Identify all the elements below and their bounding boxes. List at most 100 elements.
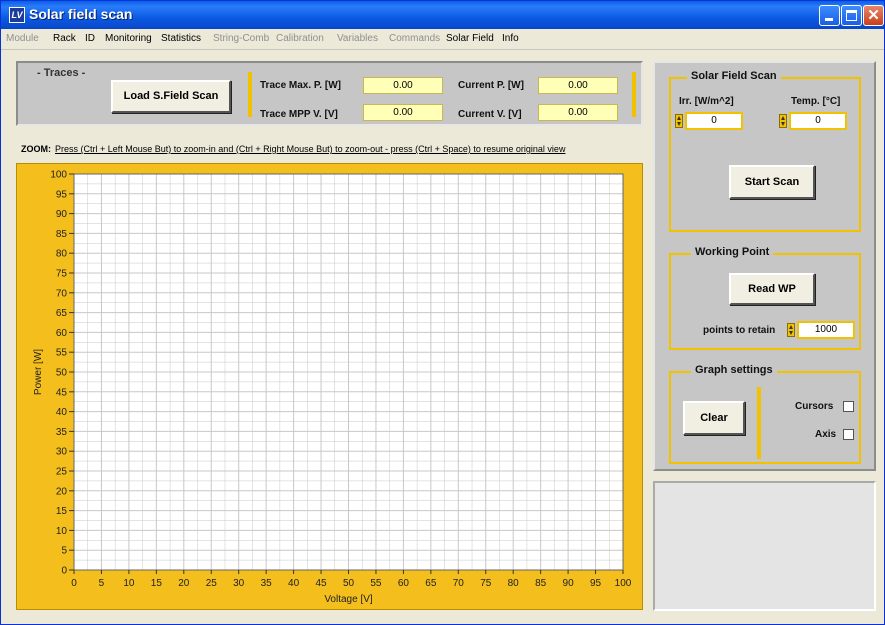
x-tick-label: 15 [151,578,163,589]
x-tick-label: 45 [315,578,327,589]
working-point-group: Working Point Read WP points to retain 1… [669,246,861,350]
traces-divider [248,72,252,117]
menu-bar: Module Rack ID Monitoring Statistics Str… [1,29,884,49]
traces-panel: - Traces - Load S.Field Scan Trace Max. … [16,61,643,126]
y-tick-label: 20 [56,486,68,497]
current-v-value: 0.00 [538,104,618,121]
temp-label: Temp. [°C] [791,96,841,107]
title-bar[interactable]: LV Solar field scan ✕ [1,1,884,29]
temp-input[interactable]: 0 [789,112,847,130]
temp-control[interactable]: 0 [779,112,849,130]
menu-module: Module [6,33,39,44]
x-tick-label: 65 [425,578,437,589]
y-tick-label: 55 [56,348,68,359]
x-tick-label: 95 [590,578,602,589]
retain-input[interactable]: 1000 [797,321,855,339]
menu-solar-field[interactable]: Solar Field [446,33,494,44]
maximize-button[interactable] [841,5,862,26]
x-tick-label: 50 [343,578,355,589]
y-tick-label: 5 [61,546,67,557]
window-title: Solar field scan [29,6,133,22]
close-button[interactable]: ✕ [863,5,884,26]
zoom-label: ZOOM: [21,144,51,154]
load-scan-button[interactable]: Load S.Field Scan [111,80,231,113]
x-tick-label: 75 [480,578,492,589]
menu-id[interactable]: ID [85,33,95,44]
power-voltage-graph[interactable]: 0 5 10 15 20 25 30 35 40 45 50 55 60 65 70 75 80 85 90 95 10… [16,163,643,610]
x-axis-label: Voltage [V] [324,594,373,605]
irr-control[interactable]: 0 [675,112,745,130]
y-tick-label: 60 [56,328,68,339]
retain-control[interactable]: 1000 [787,321,857,339]
minimize-icon [825,18,833,21]
menu-string-comb: String-Comb [213,33,270,44]
x-tick-label: 100 [615,578,632,589]
minimize-button[interactable] [819,5,840,26]
x-tick-label: 40 [288,578,300,589]
menu-rack[interactable]: Rack [53,33,76,44]
y-tick-label: 30 [56,447,68,458]
x-tick-label: 25 [206,578,218,589]
trace-mpp-v-value: 0.00 [363,104,443,121]
x-tick-label: 80 [508,578,520,589]
menu-monitoring[interactable]: Monitoring [105,33,152,44]
trace-mpp-v-label: Trace MPP V. [V] [260,109,338,120]
x-tick-label: 55 [370,578,382,589]
temp-spinner[interactable] [779,114,787,128]
working-point-title: Working Point [691,246,774,258]
x-tick-label: 90 [563,578,575,589]
cursors-checkbox[interactable] [843,401,854,412]
graph-settings-divider [757,387,761,459]
zoom-instructions: Press (Ctrl + Left Mouse But) to zoom-in… [55,144,566,154]
clear-button[interactable]: Clear [683,401,745,435]
y-tick-label: 25 [56,467,68,478]
solar-field-scan-group: Solar Field Scan Irr. [W/m^2] 0 Temp. [°… [669,70,861,232]
y-tick-label: 40 [56,407,68,418]
y-tick-label: 50 [56,368,68,379]
current-p-value: 0.00 [538,77,618,94]
x-tick-label: 35 [261,578,273,589]
irr-spinner[interactable] [675,114,683,128]
axis-label: Axis [815,429,837,440]
x-tick-label: 5 [99,578,105,589]
status-pane [653,481,876,611]
zoom-hint: ZOOM: Press (Ctrl + Left Mouse But) to zo… [21,144,565,154]
y-tick-label: 10 [56,526,68,537]
read-wp-button[interactable]: Read WP [729,273,815,305]
trace-max-p-value: 0.00 [363,77,443,94]
x-tick-label: 10 [123,578,135,589]
y-tick-label: 0 [61,566,67,577]
trace-max-p-label: Trace Max. P. [W] [260,80,341,91]
menu-statistics[interactable]: Statistics [161,33,201,44]
start-scan-button[interactable]: Start Scan [729,165,815,199]
menu-variables: Variables [337,33,378,44]
x-tick-label: 60 [398,578,410,589]
graph-settings-title: Graph settings [691,364,777,376]
irr-input[interactable]: 0 [685,112,743,130]
menu-separator [1,49,884,50]
menu-info[interactable]: Info [502,33,519,44]
y-tick-label: 95 [56,189,68,200]
maximize-icon [846,10,857,21]
y-tick-label: 35 [56,427,68,438]
irr-label: Irr. [W/m^2] [679,96,734,107]
x-tick-label: 85 [535,578,547,589]
close-icon: ✕ [867,7,880,24]
solar-field-scan-title: Solar Field Scan [687,70,781,82]
menu-calibration: Calibration [276,33,324,44]
traces-end-divider [632,72,636,117]
graph-canvas[interactable]: 0510152025303540455055606570758085909510… [17,164,644,611]
control-panel: Solar Field Scan Irr. [W/m^2] 0 Temp. [°… [653,61,876,471]
graph-settings-group: Graph settings Clear Cursors Axis [669,364,861,464]
x-tick-label: 0 [71,578,77,589]
app-window: LV Solar field scan ✕ Module Rack ID Mon… [0,0,885,625]
y-tick-label: 90 [56,209,68,220]
axis-checkbox[interactable] [843,429,854,440]
x-tick-label: 70 [453,578,465,589]
y-tick-label: 70 [56,288,68,299]
y-tick-label: 85 [56,229,68,240]
menu-commands: Commands [389,33,441,44]
y-tick-label: 100 [50,170,67,181]
cursors-label: Cursors [795,401,834,412]
retain-spinner[interactable] [787,323,795,337]
